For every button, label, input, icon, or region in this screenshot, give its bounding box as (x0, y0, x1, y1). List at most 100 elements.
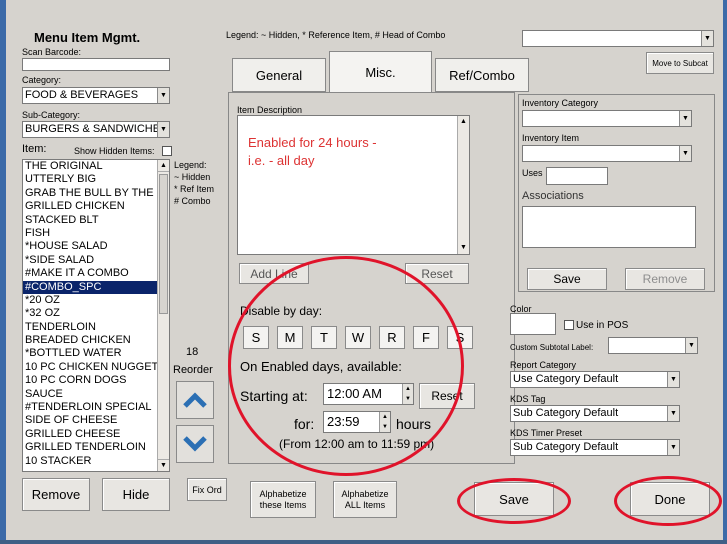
save-button[interactable]: Save (474, 482, 554, 516)
associations-remove-button[interactable]: Remove (625, 268, 705, 290)
chevron-down-icon: ▼ (157, 88, 169, 103)
item-description-textarea[interactable]: Enabled for 24 hours - i.e. - all day ▲ … (237, 115, 470, 255)
list-item[interactable]: GRILLED TENDERLOIN (23, 441, 157, 454)
list-item[interactable]: BREADED CHICKEN (23, 334, 157, 347)
list-item[interactable]: *BOTTLED WATER (23, 347, 157, 360)
scroll-up-icon[interactable]: ▲ (158, 160, 169, 172)
day-button-sun[interactable]: S (243, 326, 269, 349)
duration-spinner-icon[interactable]: ▲ ▼ (379, 412, 390, 432)
item-count: 18 (186, 346, 199, 358)
associations-box[interactable] (522, 206, 696, 248)
list-item[interactable]: SAUCE (23, 388, 157, 401)
day-button-fri[interactable]: F (413, 326, 439, 349)
kds-tag-select[interactable]: Sub Category Default ▼ (510, 405, 680, 422)
hide-item-button[interactable]: Hide (102, 478, 170, 511)
item-legend: Legend: ~ Hidden * Ref Item # Combo (174, 159, 214, 207)
tab-general[interactable]: General (232, 58, 326, 92)
list-item[interactable]: STACKED BLT (23, 214, 157, 227)
list-item[interactable]: *32 OZ (23, 307, 157, 320)
chevron-up-icon (183, 392, 207, 408)
description-note-line1: Enabled for 24 hours - (248, 135, 377, 150)
for-label: for: (294, 416, 315, 432)
description-note-line2: i.e. - all day (248, 153, 315, 168)
move-to-subcat-button[interactable]: Move to Subcat (646, 52, 714, 74)
category-label: Category: (22, 75, 62, 85)
list-item[interactable]: GRILLED CHEESE (23, 428, 157, 441)
move-down-button[interactable] (176, 425, 214, 463)
start-time-input[interactable]: 12:00 AM ▲ ▼ (323, 383, 414, 405)
show-hidden-checkbox[interactable] (162, 146, 172, 156)
uses-input[interactable] (546, 167, 608, 185)
reset-time-button[interactable]: Reset (419, 383, 475, 409)
scroll-thumb[interactable] (159, 174, 168, 314)
duration-input[interactable]: 23:59 ▲ ▼ (323, 411, 391, 433)
day-button-wed[interactable]: W (345, 326, 371, 349)
day-button-sat[interactable]: S (447, 326, 473, 349)
starting-at-label: Starting at: (240, 388, 308, 404)
top-right-select[interactable]: ▼ (522, 30, 714, 47)
alphabetize-all-button[interactable]: Alphabetize ALL Items (333, 481, 397, 518)
subcategory-select[interactable]: BURGERS & SANDWICHES ▼ (22, 121, 170, 138)
reset-description-button[interactable]: Reset (405, 263, 469, 284)
list-item[interactable]: #TENDERLOIN SPECIAL (23, 401, 157, 414)
custom-subtotal-label: Custom Subtotal Label: (510, 343, 594, 352)
item-description-label: Item Description (237, 105, 303, 115)
list-item[interactable]: UTTERLY BIG (23, 173, 157, 186)
done-button[interactable]: Done (630, 482, 710, 516)
list-item[interactable]: GRILLED CHICKEN (23, 200, 157, 213)
kds-timer-select[interactable]: Sub Category Default ▼ (510, 439, 680, 456)
chevron-down-icon: ▼ (667, 372, 679, 387)
show-hidden-label: Show Hidden Items: (74, 146, 155, 156)
day-button-mon[interactable]: M (277, 326, 303, 349)
inventory-category-select[interactable]: ▼ (522, 110, 692, 127)
tab-ref-combo[interactable]: Ref/Combo (435, 58, 529, 92)
add-line-button[interactable]: Add Line (239, 263, 309, 284)
custom-subtotal-select[interactable]: ▼ (608, 337, 698, 354)
color-swatch[interactable] (510, 313, 556, 335)
item-list[interactable]: THE ORIGINAL UTTERLY BIG GRAB THE BULL BY … (22, 159, 170, 472)
list-item[interactable]: *20 OZ (23, 294, 157, 307)
list-item[interactable]: 10 PC CORN DOGS (23, 374, 157, 387)
legend-line: ~ Hidden (174, 172, 211, 182)
remove-item-button[interactable]: Remove (22, 478, 90, 511)
list-item[interactable]: THE ORIGINAL (23, 160, 157, 173)
fix-order-button[interactable]: Fix Ord (187, 478, 227, 501)
kds-tag-label: KDS Tag (510, 394, 546, 404)
list-item[interactable]: 10 PC CHICKEN NUGGETS (23, 361, 157, 374)
description-scrollbar[interactable]: ▲ ▼ (457, 116, 469, 254)
inventory-item-select[interactable]: ▼ (522, 145, 692, 162)
list-item[interactable]: TENDERLOIN (23, 321, 157, 334)
inventory-panel: Inventory Category ▼ Inventory Item ▼ Us… (518, 94, 715, 292)
scan-barcode-input[interactable] (22, 58, 170, 71)
list-item[interactable]: SIDE OF CHEESE (23, 414, 157, 427)
day-button-thu[interactable]: R (379, 326, 405, 349)
list-item[interactable]: *HOUSE SALAD (23, 240, 157, 253)
disable-by-day-label: Disable by day: (240, 304, 323, 318)
item-list-scrollbar[interactable]: ▲ ▼ (157, 160, 169, 471)
tab-misc[interactable]: Misc. (329, 51, 432, 93)
day-buttons: S M T W R F S (243, 326, 473, 349)
report-category-label: Report Category (510, 360, 577, 370)
list-item[interactable]: GRAB THE BULL BY THE H (23, 187, 157, 200)
list-item[interactable]: 10 STACKER (23, 455, 157, 468)
subcategory-label: Sub-Category: (22, 110, 81, 120)
day-button-tue[interactable]: T (311, 326, 337, 349)
chevron-down-icon: ▼ (667, 406, 679, 421)
list-item[interactable]: FISH (23, 227, 157, 240)
category-select[interactable]: FOOD & BEVERAGES ▼ (22, 87, 170, 104)
scroll-down-icon[interactable]: ▼ (458, 242, 469, 254)
enabled-days-label: On Enabled days, available: (240, 359, 402, 374)
report-category-select[interactable]: Use Category Default ▼ (510, 371, 680, 388)
time-spinner-icon[interactable]: ▲ ▼ (402, 384, 413, 404)
associations-save-button[interactable]: Save (527, 268, 607, 290)
scroll-up-icon[interactable]: ▲ (458, 116, 469, 128)
list-item[interactable]: *SIDE SALAD (23, 254, 157, 267)
list-item[interactable]: #COMBO_SPC (23, 280, 157, 294)
use-in-pos-checkbox[interactable] (564, 320, 574, 330)
move-up-button[interactable] (176, 381, 214, 419)
hours-label: hours (396, 416, 432, 432)
list-item[interactable]: #MAKE IT A COMBO (23, 267, 157, 280)
subcategory-value: BURGERS & SANDWICHES (25, 123, 168, 135)
scroll-down-icon[interactable]: ▼ (158, 459, 169, 471)
alphabetize-these-button[interactable]: Alphabetize these Items (250, 481, 316, 518)
